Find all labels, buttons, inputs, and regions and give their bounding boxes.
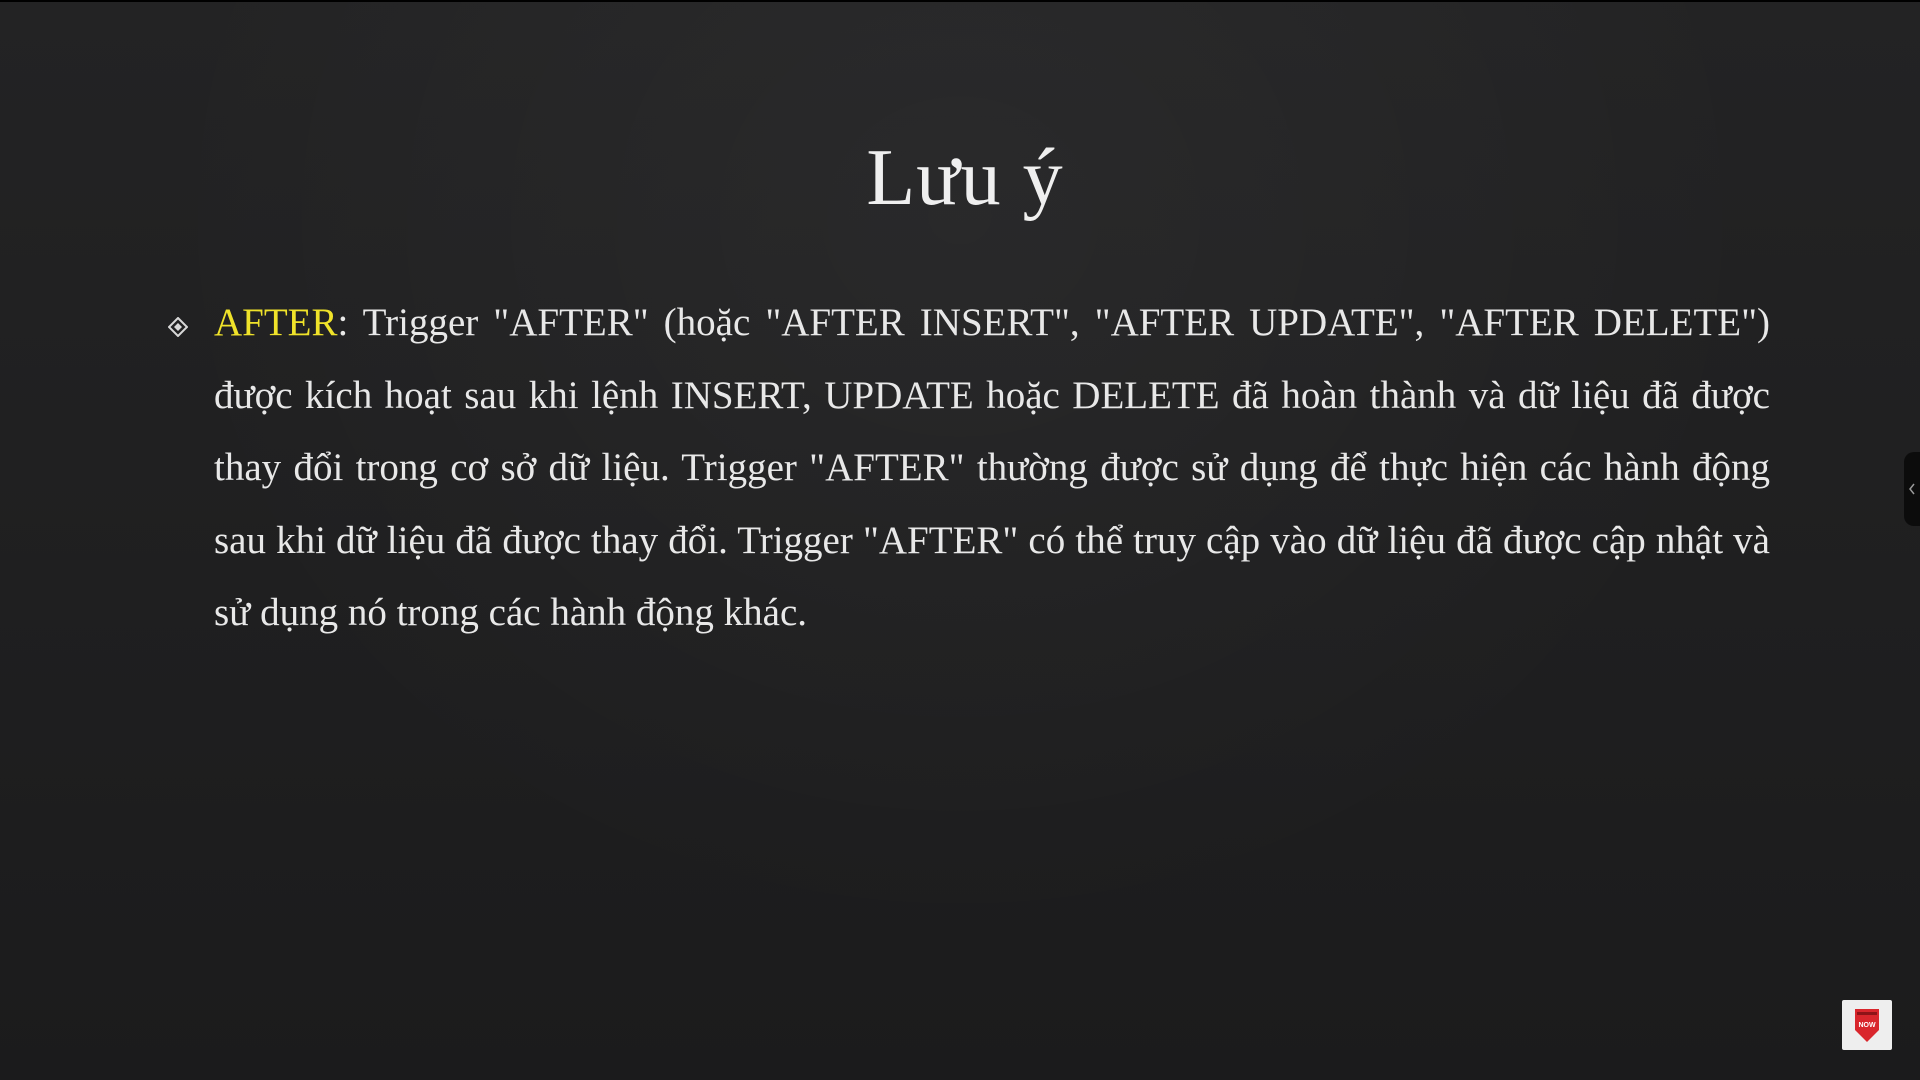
keyword-after: AFTER bbox=[214, 301, 338, 344]
side-panel-toggle[interactable] bbox=[1904, 452, 1920, 526]
channel-badge[interactable]: NOW bbox=[1842, 1000, 1892, 1050]
top-border bbox=[0, 0, 1920, 2]
chevron-left-icon bbox=[1909, 483, 1915, 495]
bullet-text: : Trigger "AFTER" (hoặc "AFTER INSERT", … bbox=[214, 301, 1770, 634]
presentation-slide: Lưu ý AFTER: Trigger "AFTER" (hoặc "AFTE… bbox=[0, 0, 1920, 1080]
shield-badge-icon: NOW bbox=[1855, 1009, 1879, 1042]
bullet-paragraph: AFTER: Trigger "AFTER" (hoặc "AFTER INSE… bbox=[214, 287, 1770, 650]
slide-title: Lưu ý bbox=[866, 134, 1064, 222]
badge-text: NOW bbox=[1858, 1022, 1876, 1029]
diamond-bullet-icon bbox=[168, 317, 188, 337]
